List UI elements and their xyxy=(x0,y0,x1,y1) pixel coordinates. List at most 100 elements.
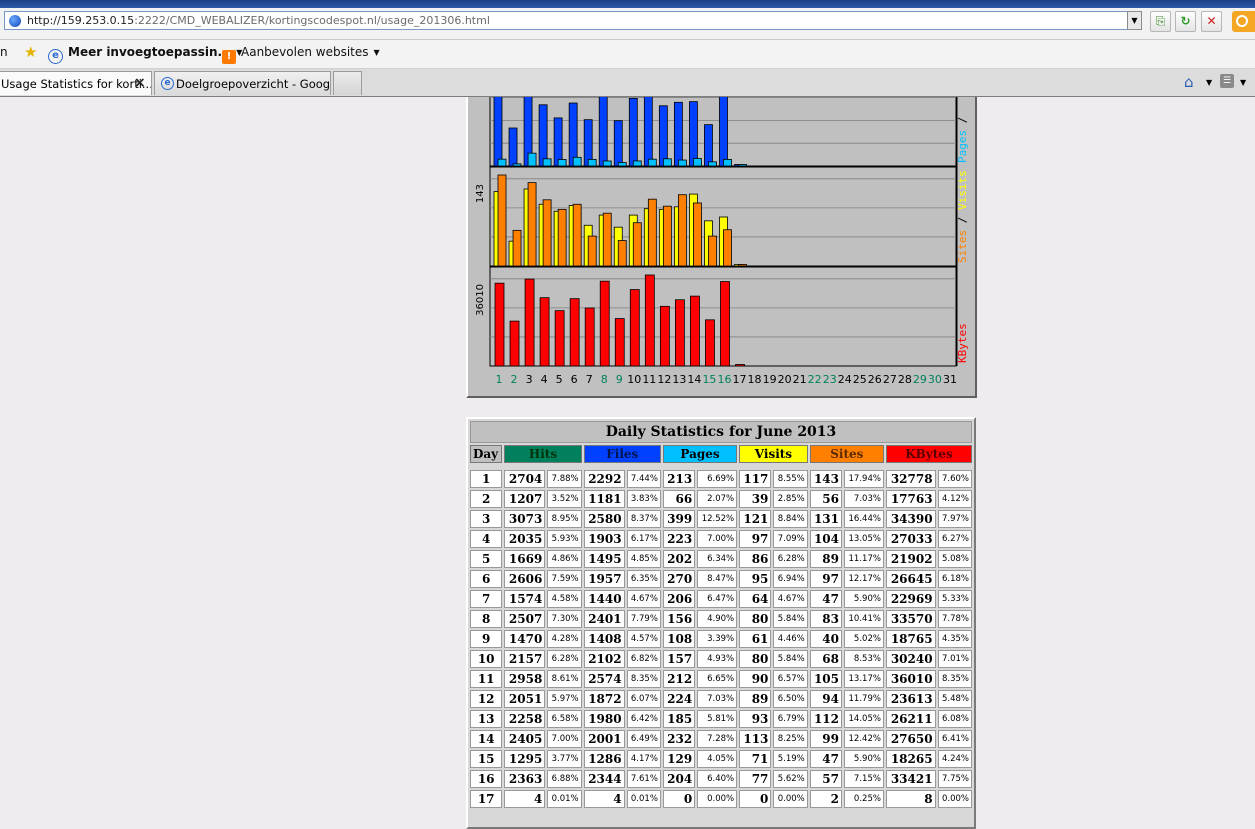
percent-cell: 5.84% xyxy=(773,610,808,628)
tab-doelgroepoverzicht[interactable]: e Doelgroepoverzicht - Google... xyxy=(154,71,331,95)
day-cell: 6 xyxy=(470,570,503,588)
page-content: Pages /143 Sites / Visits 36010 KBytes 1 2 3 4 5… xyxy=(0,97,1255,829)
bar-kbytes-day-16 xyxy=(720,281,730,367)
address-bar[interactable]: http://159.253.0.15:2222/CMD_WEBALIZER/k… xyxy=(4,11,1142,30)
day-cell: 12 xyxy=(470,690,503,708)
percent-cell: 4.58% xyxy=(547,590,582,608)
bar-sites-day-14 xyxy=(693,202,702,267)
bar-kbytes-day-13 xyxy=(674,299,685,367)
bar-pages-day-17 xyxy=(738,164,747,167)
window-title-strip xyxy=(0,0,1255,8)
percent-cell: 6.08% xyxy=(937,710,972,728)
percent-cell: 5.19% xyxy=(773,750,808,768)
bar-kbytes-day-17 xyxy=(735,364,745,367)
x-tick-day: 13 xyxy=(672,373,686,386)
bar-sites-day-15 xyxy=(708,235,717,267)
value-cell: 1440 xyxy=(583,590,625,608)
percent-cell: 14.05% xyxy=(844,710,884,728)
percent-cell: 7.15% xyxy=(844,770,884,788)
percent-cell: 7.03% xyxy=(844,490,884,508)
percent-cell: 8.55% xyxy=(773,470,808,488)
bar-files-day-1 xyxy=(493,97,503,167)
suggested-sites-icon: ! xyxy=(222,50,236,64)
x-tick-day: 28 xyxy=(898,373,912,386)
x-tick-day: 14 xyxy=(687,373,701,386)
percent-cell: 8.61% xyxy=(547,670,582,688)
table-row: 11 2958 8.61% 2574 8.35% 212 6.65% 90 6.57% 105 13… xyxy=(470,670,972,688)
bar-pages-day-13 xyxy=(677,159,687,167)
x-tick-day: 30 xyxy=(928,373,942,386)
value-cell: 34390 xyxy=(885,510,936,528)
table-row: 8 2507 7.30% 2401 7.79% 156 4.90% 80 5.84% 83 10.4… xyxy=(470,610,972,628)
favorite-aanbevolen-websites[interactable]: ! Aanbevolen websites ▼ xyxy=(222,45,380,64)
day-cell: 14 xyxy=(470,730,503,748)
home-icon[interactable]: ⌂ xyxy=(1184,73,1194,91)
percent-cell: 8.35% xyxy=(626,670,661,688)
compatibility-view-icon[interactable]: ⎘ xyxy=(1150,11,1171,32)
value-cell: 47 xyxy=(809,590,842,608)
value-cell: 86 xyxy=(739,550,772,568)
favorite-meer-invoegtoepassingen[interactable]: e Meer invoegtoepassin... ▼ xyxy=(48,45,242,64)
close-tab-icon[interactable]: × xyxy=(134,75,146,91)
bar-files-day-9 xyxy=(613,120,623,167)
bar-kbytes-day-3 xyxy=(524,278,535,367)
percent-cell: 5.90% xyxy=(844,590,884,608)
tab-bar: Usage Statistics for korti... × e Doelgr… xyxy=(0,69,1255,97)
percent-cell: 3.77% xyxy=(547,750,582,768)
percent-cell: 5.90% xyxy=(844,750,884,768)
day-cell: 1 xyxy=(470,470,503,488)
percent-cell: 7.59% xyxy=(547,570,582,588)
percent-cell: 12.42% xyxy=(844,730,884,748)
legend-kbytes: KBytes xyxy=(956,323,969,363)
bar-kbytes-day-5 xyxy=(554,310,565,367)
tab-usage-statistics[interactable]: Usage Statistics for korti... × xyxy=(0,71,152,95)
percent-cell: 4.24% xyxy=(937,750,972,768)
legend-label: KBytes xyxy=(956,323,969,363)
new-tab-button[interactable] xyxy=(333,71,362,95)
percent-cell: 16.44% xyxy=(844,510,884,528)
percent-cell: 4.17% xyxy=(626,750,661,768)
value-cell: 202 xyxy=(662,550,696,568)
bar-pages-day-10 xyxy=(632,160,642,167)
value-cell: 157 xyxy=(662,650,696,668)
bar-sites-day-16 xyxy=(723,229,732,267)
value-cell: 223 xyxy=(662,530,696,548)
value-cell: 121 xyxy=(739,510,772,528)
percent-cell: 4.67% xyxy=(773,590,808,608)
bar-kbytes-day-1 xyxy=(494,282,505,367)
daily-usage-chart-svg: Pages /143Sites / Visits36010KBytes1 2 3 4 5… xyxy=(475,97,969,386)
bar-pages-day-16 xyxy=(723,159,732,167)
bar-pages-day-7 xyxy=(587,158,597,167)
bar-pages-day-8 xyxy=(602,160,612,167)
refresh-icon[interactable]: ↻ xyxy=(1175,11,1196,32)
stop-icon[interactable]: ✕ xyxy=(1201,11,1222,32)
percent-cell: 4.35% xyxy=(937,630,972,648)
url-text[interactable]: http://159.253.0.15:2222/CMD_WEBALIZER/k… xyxy=(27,14,490,27)
value-cell: 2401 xyxy=(583,610,625,628)
day-cell: 9 xyxy=(470,630,503,648)
bar-files-day-15 xyxy=(704,124,713,167)
bar-kbytes-day-15 xyxy=(705,319,715,367)
header-day: Day xyxy=(470,445,503,463)
percent-cell: 5.93% xyxy=(547,530,582,548)
percent-cell: 5.33% xyxy=(937,590,972,608)
chevron-down-icon[interactable]: ▼ xyxy=(1240,78,1246,87)
add-favorites-star-icon[interactable]: ★ xyxy=(24,44,40,60)
percent-cell: 8.53% xyxy=(844,650,884,668)
daily-table-body: 1 2704 7.88% 2292 7.44% 213 6.69% 117 8.55% 143 17… xyxy=(470,470,972,808)
percent-cell: 5.81% xyxy=(697,710,738,728)
table-row: 5 1669 4.86% 1495 4.85% 202 6.34% 86 6.28% 89 11.1… xyxy=(470,550,972,568)
legend-label: Visits xyxy=(956,170,969,216)
percent-cell: 0.00% xyxy=(697,790,738,808)
chevron-down-icon[interactable]: ▼ xyxy=(1127,11,1142,30)
search-provider-icon[interactable] xyxy=(1232,11,1255,32)
chevron-down-icon[interactable]: ▼ xyxy=(1206,78,1212,87)
percent-cell: 7.09% xyxy=(773,530,808,548)
table-row: 17 4 0.01% 4 0.01% 0 0.00% 0 0.00% 2 0.25% 8 0.00% xyxy=(470,790,972,808)
x-tick-day: 19 xyxy=(763,373,777,386)
daily-table-title: Daily Statistics for June 2013 xyxy=(470,421,972,443)
percent-cell: 7.61% xyxy=(626,770,661,788)
feed-icon[interactable]: ☰ xyxy=(1220,74,1234,88)
value-cell: 2363 xyxy=(504,770,546,788)
bar-kbytes-day-11 xyxy=(644,274,655,367)
